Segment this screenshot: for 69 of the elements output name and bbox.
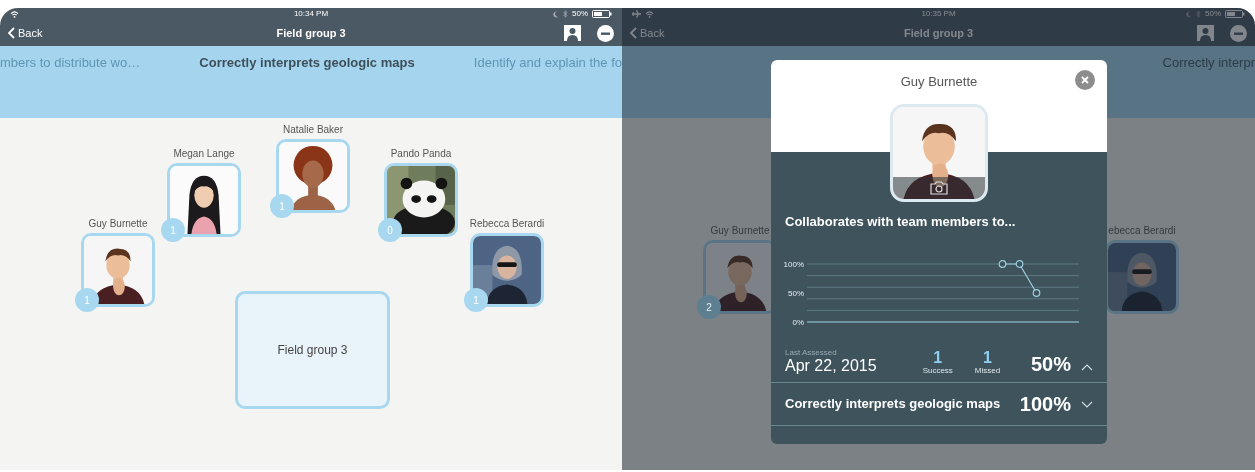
skill-percent: 100% bbox=[1019, 393, 1071, 415]
student-name: Megan Lange bbox=[173, 148, 235, 160]
skill-percent: 50% bbox=[1030, 353, 1071, 375]
success-count: 1 bbox=[933, 350, 943, 366]
bluetooth-icon bbox=[563, 10, 568, 18]
battery-percent: 50% bbox=[572, 10, 588, 18]
group-tile[interactable]: Field group 3 bbox=[235, 291, 390, 409]
count-badge: 2 bbox=[697, 295, 721, 319]
back-button[interactable]: Back bbox=[630, 24, 665, 42]
back-button[interactable]: Back bbox=[8, 24, 43, 42]
chevron-down-icon bbox=[1081, 400, 1093, 408]
status-time: 10:35 PM bbox=[921, 10, 956, 18]
student-name: Guy Burnette bbox=[710, 225, 770, 237]
screen-title: Field group 3 bbox=[903, 25, 974, 41]
skill-tab[interactable]: Correctly interpr bbox=[1162, 53, 1255, 73]
data-point bbox=[1032, 289, 1041, 297]
chevron-left-icon bbox=[630, 27, 637, 39]
minus-circle-icon[interactable] bbox=[597, 24, 614, 42]
count-badge: 0 bbox=[378, 218, 402, 242]
student-name: Natalie Baker bbox=[283, 124, 343, 136]
skill-tab[interactable]: Correctly interprets geologic maps bbox=[199, 53, 415, 73]
data-point bbox=[1015, 260, 1024, 268]
student-name: Pando Panda bbox=[390, 148, 452, 160]
battery-percent: 50% bbox=[1205, 10, 1221, 18]
wifi-icon bbox=[10, 10, 19, 18]
chevron-left-icon bbox=[8, 27, 15, 39]
student-photo-frame[interactable] bbox=[384, 163, 458, 237]
student-photo-frame[interactable] bbox=[81, 233, 155, 307]
close-button[interactable] bbox=[1075, 70, 1095, 90]
bluetooth-icon bbox=[1196, 10, 1201, 18]
last-assessed-label: Last Assessed bbox=[785, 348, 838, 357]
axis-label: 50% bbox=[788, 289, 804, 298]
minus-circle-icon[interactable] bbox=[1230, 24, 1247, 42]
status-time: 10:34 PM bbox=[293, 10, 329, 18]
missed-label: Missed bbox=[974, 366, 1001, 375]
student-photo-frame[interactable] bbox=[276, 139, 350, 213]
profile-icon[interactable] bbox=[1197, 25, 1214, 41]
count-badge: 1 bbox=[270, 194, 294, 218]
success-label: Success bbox=[922, 366, 953, 375]
skill-tab[interactable]: Identify and explain the fo bbox=[473, 53, 622, 73]
battery-icon bbox=[592, 10, 612, 18]
student-photo-frame[interactable] bbox=[470, 233, 544, 307]
data-point bbox=[998, 260, 1007, 268]
student-name: Guy Burnette bbox=[88, 218, 148, 230]
screen-title: Field group 3 bbox=[276, 25, 346, 41]
assessed-date: Apr 22, 2015 bbox=[785, 357, 877, 375]
airplane-icon bbox=[632, 10, 641, 18]
count-badge: 1 bbox=[75, 288, 99, 312]
skill-title: Collaborates with team members to... bbox=[784, 214, 1017, 230]
count-badge: 1 bbox=[464, 288, 488, 312]
skill-title: Correctly interprets geologic maps bbox=[785, 396, 1001, 412]
camera-icon bbox=[930, 181, 948, 195]
student-name: ebecca Berardi bbox=[1108, 225, 1176, 237]
student-name: Rebecca Berardi bbox=[469, 218, 545, 230]
axis-label: 100% bbox=[783, 260, 804, 269]
axis-label: 0% bbox=[792, 318, 804, 327]
count-badge: 1 bbox=[161, 218, 185, 242]
skill-tab[interactable]: mbers to distribute wo… bbox=[0, 53, 141, 73]
student-photo-frame[interactable] bbox=[167, 163, 241, 237]
close-icon bbox=[1081, 76, 1089, 84]
chevron-up-icon bbox=[1081, 364, 1093, 371]
moon-icon bbox=[553, 10, 559, 18]
missed-count: 1 bbox=[983, 350, 992, 366]
student-name: Guy Burnette bbox=[900, 74, 978, 91]
moon-icon bbox=[1186, 10, 1192, 18]
wifi-icon bbox=[645, 10, 654, 18]
profile-icon[interactable] bbox=[564, 25, 581, 41]
battery-icon bbox=[1225, 10, 1245, 18]
expand-toggle[interactable] bbox=[1081, 400, 1093, 408]
